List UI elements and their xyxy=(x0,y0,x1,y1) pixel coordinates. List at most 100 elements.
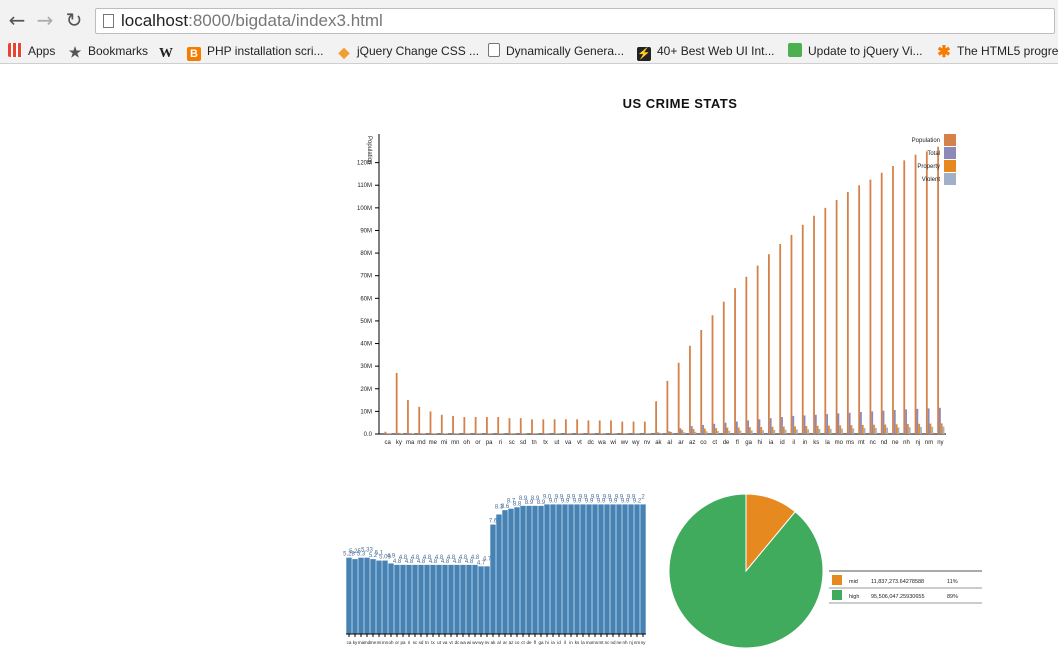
bar-population-ga xyxy=(745,276,748,434)
bar-violent-nd xyxy=(886,427,889,434)
bar-nh xyxy=(622,504,628,634)
x-tick-label: pa xyxy=(400,640,406,645)
bar-total-nc xyxy=(871,411,874,434)
y-tick-label: 50M xyxy=(360,319,372,325)
bar-ri xyxy=(406,564,412,634)
x-tick-label: fl xyxy=(534,640,536,645)
x-tick-label: va xyxy=(565,440,572,446)
green-square-icon xyxy=(788,43,802,57)
forward-arrow-icon[interactable]: → xyxy=(34,9,56,31)
data-label-ky: 5.25 xyxy=(349,549,361,555)
x-tick-label: wv xyxy=(472,640,478,645)
bar-total-ri xyxy=(499,433,501,434)
bar-property-id xyxy=(782,426,785,434)
data-label-id: 9.9 xyxy=(555,494,564,500)
bar-property-ga xyxy=(749,427,751,434)
data-label-fl: 8.9 xyxy=(531,496,540,502)
bar-population-ia xyxy=(768,254,770,434)
bar-property-de xyxy=(726,427,729,434)
address-bar[interactable]: localhost:8000/bigdata/index3.html xyxy=(95,8,1055,34)
x-tick-label: id xyxy=(557,640,561,645)
bar-population-fl xyxy=(734,288,736,434)
x-tick-label: ky xyxy=(353,640,358,645)
page-title: US CRIME STATS xyxy=(622,96,738,111)
bar-wv xyxy=(472,564,478,634)
blogger-icon: B xyxy=(187,47,201,61)
bookmark-wikipedia[interactable]: W xyxy=(159,42,179,61)
data-label-az: 8.7 xyxy=(507,499,516,505)
data-label-nh: 9.9 xyxy=(621,498,630,504)
pie-legend-label-high: high xyxy=(849,594,859,600)
bookmark-update-jquery[interactable]: Update to jQuery Vi... xyxy=(788,42,923,60)
x-tick-label: mt xyxy=(599,640,605,645)
x-tick-label: al xyxy=(667,440,672,446)
bar-population-ms xyxy=(846,192,849,434)
bar-population-az xyxy=(689,345,691,434)
x-tick-label: wa xyxy=(597,440,606,446)
data-label-co: 8.8 xyxy=(513,501,522,507)
x-tick-label: ny xyxy=(641,640,647,645)
bar-ne xyxy=(616,504,622,634)
data-label-ma: 5.3 xyxy=(357,552,366,558)
bar-violent-az xyxy=(694,431,697,434)
x-tick-label: in xyxy=(569,640,573,645)
data-label-al: 8.3 xyxy=(495,504,504,510)
x-tick-label: nv xyxy=(644,440,650,446)
bar-population-ca xyxy=(384,431,387,434)
x-tick-label: ca xyxy=(347,640,352,645)
bar-property-ky xyxy=(399,433,402,434)
legend-label-total: Total xyxy=(927,151,940,157)
bar-population-or xyxy=(474,417,477,434)
reload-icon[interactable]: ↻ xyxy=(63,9,85,31)
data-label-ar: 8.6 xyxy=(501,504,510,510)
bar-violent-de xyxy=(728,430,731,434)
data-label-de: 8.9 xyxy=(525,500,534,506)
x-tick-label: ks xyxy=(575,640,580,645)
bar-total-mn xyxy=(453,433,456,434)
bar-tx xyxy=(430,564,436,634)
bar-violent-la xyxy=(829,428,832,434)
bar-wi xyxy=(466,564,472,634)
x-tick-label: ct xyxy=(712,440,717,446)
x-tick-label: nh xyxy=(903,440,910,446)
legend-swatch-property xyxy=(944,160,956,172)
bar-violent-nc xyxy=(874,427,877,434)
bar-total-ga xyxy=(747,420,750,434)
bar-total-sc xyxy=(510,433,513,434)
bookmark-best-web-ui[interactable]: ⚡ 40+ Best Web UI Int... xyxy=(637,42,775,61)
bar-total-ks xyxy=(814,414,817,434)
bar-violent-hi xyxy=(762,430,764,434)
data-label-in: 9.9 xyxy=(567,494,576,500)
x-tick-label: mo xyxy=(835,440,844,446)
bar-population-ri xyxy=(497,417,500,434)
data-label-ct: 8.9 xyxy=(519,496,528,502)
pie-slice-mid xyxy=(745,493,796,573)
data-label-nc: 9.9 xyxy=(603,494,612,500)
bar-total-tx xyxy=(544,433,547,434)
x-tick-label: me xyxy=(429,440,438,446)
bookmark-php-installation[interactable]: B PHP installation scri... xyxy=(187,42,324,61)
bar-property-fl xyxy=(737,427,740,434)
bookmark-jquery-change-css[interactable]: ◆ jQuery Change CSS ... xyxy=(337,42,479,60)
bar-population-nm xyxy=(925,151,928,435)
x-tick-label: vt xyxy=(449,640,453,645)
bar-property-az xyxy=(692,429,695,434)
bar-ma xyxy=(358,557,364,634)
bookmark-apps[interactable]: Apps xyxy=(8,42,55,60)
bookmark-html5-progress[interactable]: ✱ The HTML5 progre xyxy=(937,42,1058,61)
apps-grid-icon xyxy=(8,43,22,57)
back-arrow-icon[interactable]: ← xyxy=(6,9,28,31)
bar-dc xyxy=(454,564,460,634)
bar-population-wy xyxy=(632,421,635,434)
x-tick-label: tn xyxy=(532,440,537,446)
bookmarks-bar: Apps ★ Bookmarks W B PHP installation scri… xyxy=(0,38,1058,64)
x-tick-label: ut xyxy=(554,440,559,446)
data-label-dc: 4.8 xyxy=(453,559,462,565)
bar-violent-ks xyxy=(818,429,821,434)
bar-population-in xyxy=(801,224,804,434)
bookmark-dynamically-generate[interactable]: Dynamically Genera... xyxy=(488,42,624,60)
bookmark-bookmarks[interactable]: ★ Bookmarks xyxy=(68,42,148,60)
x-tick-label: ms xyxy=(846,440,854,446)
x-tick-label: nc xyxy=(605,640,611,645)
x-tick-label: ma xyxy=(358,640,365,645)
